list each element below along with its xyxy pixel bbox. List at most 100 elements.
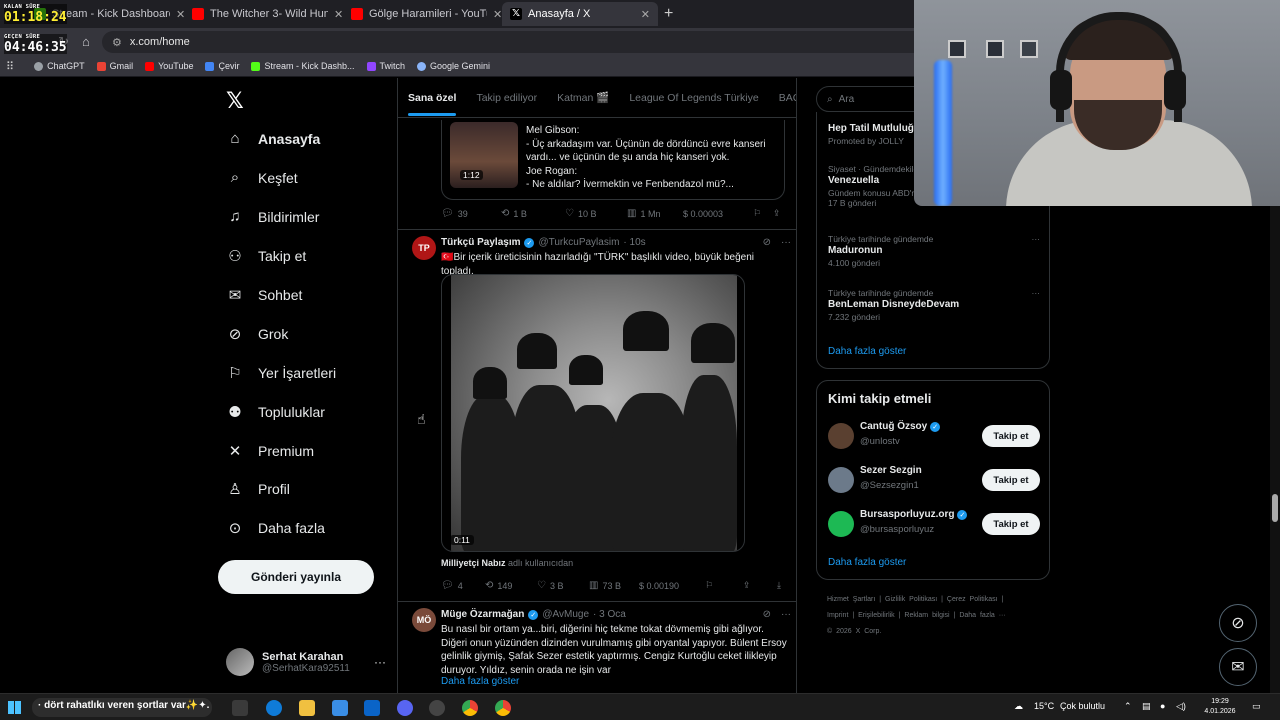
weather-temp[interactable]: 15°C (1034, 701, 1054, 711)
nav-item-premium[interactable]: ✕ Premium (226, 442, 314, 460)
share-icon[interactable]: ⇪ (773, 208, 781, 219)
bookmark-youtube[interactable]: YouTube (145, 61, 193, 71)
steam-icon[interactable] (429, 700, 445, 716)
share-icon[interactable]: ⇪ (743, 580, 777, 591)
follow-suggestion[interactable]: Cantuğ Özsoy ✓ @unlostv Takip et (828, 421, 1040, 451)
post-time[interactable]: · 3 Oca (593, 609, 626, 620)
file-explorer-icon[interactable] (299, 700, 315, 716)
close-tab-icon[interactable]: ✕ (334, 8, 343, 21)
x-logo-icon[interactable]: 𝕏 (226, 88, 244, 114)
footer-link[interactable]: Gizlilik Politikası (885, 596, 937, 603)
site-info-icon[interactable]: ⚙ (112, 36, 122, 49)
bookmark-icon[interactable]: ⚐ (753, 208, 773, 219)
nav-item-notifications[interactable]: ♫ Bildirimler (226, 208, 319, 225)
apps-grid-icon[interactable]: ⠿ (6, 60, 14, 73)
repost-button[interactable]: ⟲ 1 B (501, 208, 565, 219)
nav-item-explore[interactable]: ⌕ Keşfet (226, 169, 298, 186)
scrollbar-thumb[interactable] (1272, 494, 1278, 522)
follow-button[interactable]: Takip et (982, 469, 1040, 491)
browser-tab-witcher[interactable]: The Witcher 3- Wild Hunt OST ✕ (184, 2, 351, 26)
nav-item-home[interactable]: ⌂ Anasayfa (226, 130, 320, 147)
post-video[interactable]: 0:11 (441, 274, 745, 552)
reply-button[interactable]: 💬︎ 4 (441, 580, 485, 591)
close-tab-icon[interactable]: ✕ (641, 8, 650, 21)
footer-link[interactable]: Hizmet Şartları (827, 596, 875, 603)
tab-following[interactable]: Takip ediliyor (476, 92, 537, 104)
author-name[interactable]: Türkçü Paylaşım (441, 237, 520, 248)
url-field[interactable]: ⚙ x.com/home (102, 31, 932, 53)
follow-button[interactable]: Takip et (982, 425, 1040, 447)
mail-app-icon[interactable] (364, 700, 380, 716)
trends-show-more-link[interactable]: Daha fazla göster (828, 346, 906, 357)
tab-bacil[interactable]: BACIL (779, 92, 796, 104)
author-handle[interactable]: @TurkcuPaylasim (538, 237, 619, 248)
nav-item-more[interactable]: ⊙ Daha fazla (226, 519, 325, 537)
source-name[interactable]: Milliyetçi Nabız (441, 558, 506, 568)
bookmark-gemini[interactable]: Google Gemini (417, 61, 490, 71)
views-button[interactable]: ▥ 1 Mn (627, 208, 683, 219)
footer-link[interactable]: Erişilebilirlik (858, 612, 895, 619)
tab-lol-turkiye[interactable]: League Of Legends Türkiye (629, 92, 758, 104)
footer-link[interactable]: Daha fazla ··· (959, 612, 1005, 619)
post-button[interactable]: Gönderi yayınla (218, 560, 374, 594)
views-button[interactable]: ▥ 73 B (589, 580, 639, 591)
follow-suggestion[interactable]: Sezer Sezgin @Sezsezgin1 Takip et (828, 465, 1040, 495)
more-dots-icon[interactable]: ··· (781, 609, 791, 620)
footer-link[interactable]: Çerez Politikası (947, 596, 998, 603)
task-view-icon[interactable] (232, 700, 248, 716)
browser-tab-x[interactable]: 𝕏 Anasayfa / X ✕ (502, 2, 658, 26)
trend-item[interactable]: Türkiye tarihinde gündemde ··· BenLeman … (828, 288, 1040, 322)
bookmark-gmail[interactable]: Gmail (96, 61, 133, 71)
store-icon[interactable] (332, 700, 348, 716)
bookmark-cevir[interactable]: Çevir (205, 61, 239, 71)
discord-icon[interactable] (397, 700, 413, 716)
nav-item-bookmarks[interactable]: ⚐ Yer İşaretleri (226, 364, 336, 382)
new-tab-icon[interactable]: + (664, 5, 673, 23)
follow-suggestion[interactable]: Bursasporluyuz.org ✓ @bursasporluyuz Taki… (828, 509, 1040, 539)
author-handle[interactable]: @AvMuge (542, 609, 589, 620)
weather-icon[interactable]: ☁ (1014, 701, 1023, 712)
grok-float-button[interactable]: ⊘ (1219, 604, 1257, 642)
home-browser-icon[interactable]: ⌂ (82, 34, 90, 49)
bookmark-icon[interactable]: ⚐ (705, 580, 743, 591)
grok-icon[interactable]: ⊘ (763, 237, 771, 248)
network-icon[interactable]: ▤ (1142, 701, 1151, 712)
avatar[interactable]: TP (412, 236, 436, 260)
more-dots-icon[interactable]: ··· (1032, 288, 1041, 298)
mic-icon[interactable]: ● (1160, 701, 1165, 711)
messages-float-button[interactable]: ✉ (1219, 648, 1257, 686)
grok-icon[interactable]: ⊘ (763, 609, 771, 620)
repost-button[interactable]: ⟲ 149 (485, 580, 537, 591)
bookmark-twitch[interactable]: Twitch (366, 61, 405, 71)
browser-tab-golge[interactable]: Gölge Haramileri - YouTube ✕ (343, 2, 510, 26)
nav-item-communities[interactable]: ⚉ Topluluklar (226, 403, 325, 421)
trend-item[interactable]: Türkiye tarihinde gündemde ··· Maduronun… (828, 234, 1040, 268)
author-name[interactable]: Müge Özarmağan (441, 609, 524, 620)
nav-item-follow[interactable]: ⚇ Takip et (226, 247, 306, 265)
nav-item-chat[interactable]: ✉ Sohbet (226, 286, 303, 304)
footer-link[interactable]: Imprint (827, 612, 848, 619)
chrome-icon[interactable] (495, 700, 511, 716)
video-source[interactable]: Milliyetçi Nabız adlı kullanıcıdan (441, 558, 573, 568)
post-time[interactable]: · 10s (623, 237, 645, 248)
bookmark-chatgpt[interactable]: ChatGPT (34, 61, 85, 71)
follow-show-more-link[interactable]: Daha fazla göster (828, 557, 906, 568)
show-more-link[interactable]: Daha fazla göster (441, 676, 519, 687)
quoted-post[interactable]: 1:12 Mel Gibson: - Üç arkadaşım var. Üçü… (441, 120, 785, 200)
tab-katman[interactable]: Katman 🎬 (557, 91, 609, 104)
edge-icon[interactable] (266, 700, 282, 716)
chrome-icon[interactable] (462, 700, 478, 716)
nav-item-profile[interactable]: ♙ Profil (226, 480, 290, 498)
reply-button[interactable]: 💬︎ 39 (441, 208, 501, 219)
like-button[interactable]: ♡ 3 B (537, 580, 589, 591)
like-button[interactable]: ♡ 10 B (565, 208, 627, 219)
account-switcher[interactable]: Serhat Karahan @SerhatKara92511 ··· (226, 648, 386, 676)
more-dots-icon[interactable]: ··· (1032, 234, 1041, 244)
tab-for-you[interactable]: Sana özel (408, 92, 457, 116)
quoted-video-thumbnail[interactable]: 1:12 (450, 122, 518, 188)
volume-icon[interactable]: ◁) (1176, 701, 1186, 712)
more-dots-icon[interactable]: ··· (781, 237, 791, 248)
windows-start-icon[interactable] (8, 701, 21, 714)
notifications-icon[interactable]: ▭ (1252, 701, 1261, 712)
avatar[interactable]: MÖ (412, 608, 436, 632)
